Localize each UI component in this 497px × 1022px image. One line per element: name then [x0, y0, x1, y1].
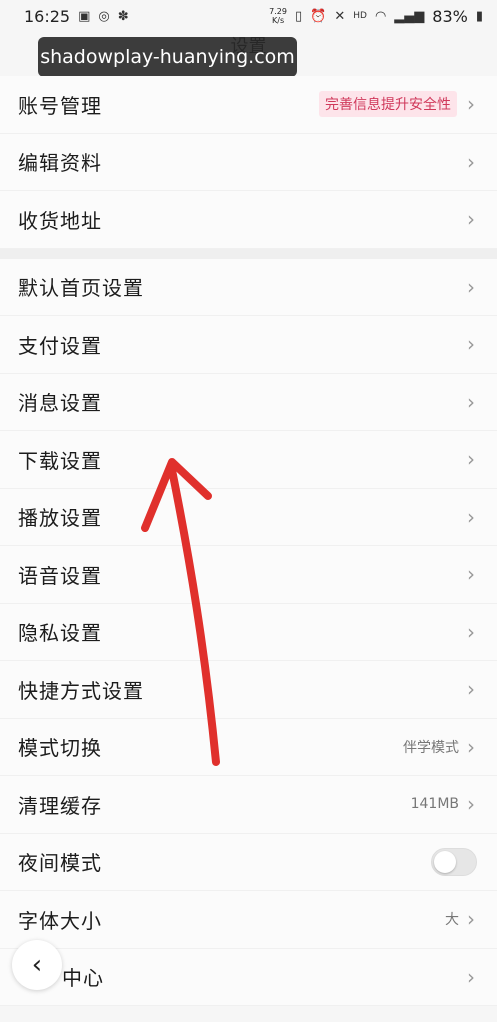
settings-item-default-home[interactable]: 默认首页设置 › [0, 258, 497, 316]
chevron-right-icon: › [467, 619, 475, 644]
status-bar: 16:25 ▣ ◎ ✽ 7.29 K/s ▯ ⏰ ✕ HD ◠ ▂▄▆ 83% … [0, 0, 497, 32]
network-speed-value: 7.29 [269, 7, 287, 16]
image-icon: ▣ [78, 8, 91, 24]
chevron-right-icon: › [467, 447, 475, 472]
chevron-right-icon: › [467, 332, 475, 357]
chevron-right-icon: › [467, 734, 475, 759]
settings-item-label: 隐私设置 [18, 621, 102, 646]
hd-label: HD [353, 11, 367, 21]
settings-item-address[interactable]: 收货地址 › [0, 191, 497, 249]
chevron-right-icon: › [467, 207, 475, 232]
alarm-icon: ⏰ [310, 8, 327, 24]
clock: 16:25 [24, 6, 71, 26]
chevron-right-icon: › [467, 562, 475, 587]
chevron-right-icon: › [467, 504, 475, 529]
chevron-right-icon: › [467, 92, 475, 117]
settings-item-label: 中心 [62, 966, 104, 991]
circle-icon: ◎ [98, 8, 110, 24]
status-bar-right: 7.29 K/s ▯ ⏰ ✕ HD ◠ ▂▄▆ 83% ▮ [269, 7, 483, 26]
settings-item-privacy[interactable]: 隐私设置 › [0, 603, 497, 661]
settings-item-label: 默认首页设置 [18, 276, 144, 301]
night-mode-toggle[interactable] [431, 847, 477, 876]
settings-item-label: 收货地址 [18, 208, 102, 233]
wifi-icon: ◠ [374, 8, 387, 24]
settings-list: 账号管理 完善信息提升安全性 › 编辑资料 › 收货地址 › 默认首页设置 › … [0, 76, 497, 1006]
settings-item-label: 模式切换 [18, 736, 102, 761]
signal-icon: ▂▄▆ [394, 8, 425, 24]
battery-level: 83% [432, 6, 468, 26]
settings-item-payment[interactable]: 支付设置 › [0, 316, 497, 374]
back-button[interactable]: ‹ [12, 940, 62, 990]
chevron-right-icon: › [467, 907, 475, 932]
settings-item-label: 字体大小 [18, 908, 102, 933]
chevron-right-icon: › [467, 792, 475, 817]
settings-item-shortcuts[interactable]: 快捷方式设置 › [0, 661, 497, 719]
settings-item-clear-cache[interactable]: 清理缓存 141MB › [0, 776, 497, 834]
vibrate-icon: ▯ [294, 8, 303, 24]
settings-item-label: 编辑资料 [18, 151, 102, 176]
settings-item-label: 下载设置 [18, 448, 102, 473]
network-speed-unit: K/s [272, 16, 285, 25]
chevron-right-icon: › [467, 389, 475, 414]
battery-icon: ▮ [475, 8, 483, 24]
settings-item-label: 账号管理 [18, 93, 102, 118]
settings-item-label: 清理缓存 [18, 793, 102, 818]
settings-item-label: 消息设置 [18, 391, 102, 416]
security-badge: 完善信息提升安全性 [319, 91, 457, 118]
mode-value: 伴学模式 [403, 739, 459, 756]
settings-item-messages[interactable]: 消息设置 › [0, 373, 497, 431]
chevron-right-icon: › [467, 274, 475, 299]
settings-item-mode-switch[interactable]: 模式切换 伴学模式 › [0, 718, 497, 776]
settings-item-account[interactable]: 账号管理 完善信息提升安全性 › [0, 76, 497, 134]
cache-size: 141MB [410, 796, 459, 813]
chevron-left-icon: ‹ [31, 950, 43, 980]
toggle-knob [434, 850, 456, 873]
network-speed: 7.29 K/s [269, 7, 287, 25]
settings-item-edit-profile[interactable]: 编辑资料 › [0, 133, 497, 191]
mute-icon: ✕ [334, 8, 346, 24]
chevron-right-icon: › [467, 677, 475, 702]
settings-item-label: 支付设置 [18, 333, 102, 358]
settings-item-playback[interactable]: 播放设置 › [0, 488, 497, 546]
font-size-value: 大 [445, 912, 459, 929]
settings-item-download[interactable]: 下载设置 › [0, 431, 497, 489]
watermark: shadowplay-huanying.com [38, 37, 297, 77]
settings-item-center[interactable]: 中心 › [0, 948, 497, 1006]
settings-item-voice[interactable]: 语音设置 › [0, 546, 497, 604]
settings-item-label: 夜间模式 [18, 851, 102, 876]
status-bar-left: 16:25 ▣ ◎ ✽ [24, 7, 129, 26]
paw-icon: ✽ [117, 8, 129, 24]
chevron-right-icon: › [467, 964, 475, 989]
settings-item-night-mode: 夜间模式 [0, 833, 497, 891]
section-divider [0, 248, 497, 259]
chevron-right-icon: › [467, 149, 475, 174]
settings-item-font-size[interactable]: 字体大小 大 › [0, 891, 497, 949]
settings-item-label: 快捷方式设置 [18, 678, 144, 703]
settings-item-label: 语音设置 [18, 563, 102, 588]
settings-item-label: 播放设置 [18, 506, 102, 531]
